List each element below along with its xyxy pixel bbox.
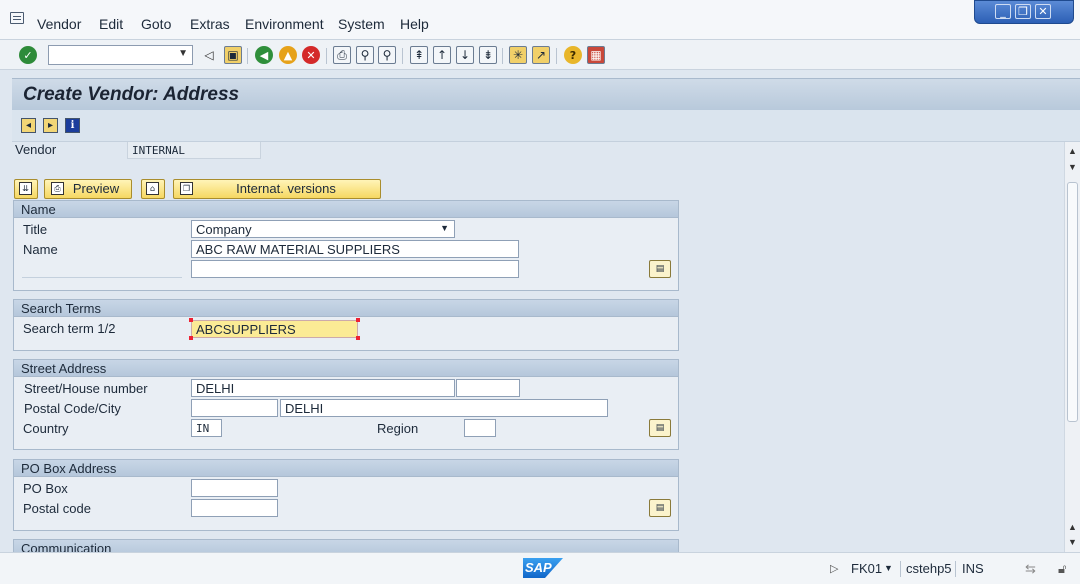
search-terms-header: Search Terms — [14, 300, 678, 317]
window-controls: _ ❐ ✕ — [974, 0, 1074, 24]
scroll-down-icon[interactable]: ▲ — [1068, 522, 1077, 532]
help-icon[interactable]: ? — [564, 46, 582, 64]
application-toolbar: ◂ ▸ i — [12, 110, 1080, 142]
title-dropdown[interactable]: Company ▼ — [191, 220, 455, 238]
close-icon[interactable]: ✕ — [1035, 4, 1051, 19]
previous-page-icon[interactable]: ↑ — [433, 46, 451, 64]
scroll-thumb[interactable] — [1067, 182, 1078, 422]
address-button[interactable]: ⌂ — [141, 179, 165, 199]
menu-goto[interactable]: Goto — [141, 16, 171, 32]
next-screen-icon[interactable]: ▸ — [43, 118, 58, 133]
save-icon[interactable]: ▣ — [224, 46, 242, 64]
chevron-down-icon[interactable]: ▼ — [440, 223, 449, 233]
page-title: Create Vendor: Address — [23, 84, 240, 105]
name-input[interactable]: ABC RAW MATERIAL SUPPLIERS — [191, 240, 519, 258]
street-address-group: Street Address Street/House number DELHI… — [13, 359, 679, 450]
communication-header: Communication — [14, 540, 678, 552]
menu-edit[interactable]: Edit — [99, 16, 123, 32]
internat-versions-button[interactable]: ❐ Internat. versions — [173, 179, 381, 199]
title-dropdown-value: Company — [196, 222, 252, 237]
preview-label: Preview — [72, 181, 120, 196]
city-input[interactable]: DELHI — [280, 399, 608, 417]
layout-toggle-icon[interactable]: ⇆ — [1025, 561, 1036, 577]
house-number-input[interactable] — [456, 379, 520, 397]
last-page-icon[interactable]: ⇟ — [479, 46, 497, 64]
name2-input[interactable] — [191, 260, 519, 278]
expand-all-button[interactable]: ⇊ — [14, 179, 38, 199]
menu-environment[interactable]: Environment — [245, 16, 324, 32]
search-term-input[interactable]: ABCSUPPLIERS — [191, 320, 358, 338]
menu-extras[interactable]: Extras — [190, 16, 230, 32]
more-fields-icon[interactable]: ▤ — [649, 499, 671, 517]
menu-bar: Vendor Edit Goto Extras Environment Syst… — [0, 0, 1080, 40]
print-icon: ⎙ — [51, 182, 64, 195]
app-menu-icon[interactable] — [10, 12, 24, 24]
name-group-header: Name — [14, 201, 678, 218]
insert-mode[interactable]: INS — [962, 561, 984, 576]
back-triangle-icon[interactable]: ◁ — [200, 46, 218, 64]
sap-logo: SAP — [523, 558, 563, 578]
internat-versions-label: Internat. versions — [236, 181, 336, 196]
street-address-header: Street Address — [14, 360, 678, 377]
print-icon[interactable]: ⎙ — [333, 46, 351, 64]
chevron-down-icon[interactable]: ▼ — [884, 563, 893, 573]
postal-code-input[interactable] — [191, 399, 278, 417]
menu-vendor[interactable]: Vendor — [37, 16, 81, 32]
new-session-icon[interactable]: ✳ — [509, 46, 527, 64]
po-box-label: PO Box — [23, 481, 68, 496]
back-icon[interactable]: ◀ — [255, 46, 273, 64]
name-label: Name — [23, 242, 58, 257]
restore-icon[interactable]: ❐ — [1015, 4, 1031, 19]
cancel-icon[interactable]: ✕ — [302, 46, 320, 64]
menu-system[interactable]: System — [338, 16, 385, 32]
lock-icon[interactable]: 🔓︎ — [1058, 561, 1066, 577]
menu-help[interactable]: Help — [400, 16, 429, 32]
preview-button[interactable]: ⎙ Preview — [44, 179, 132, 199]
toolbar-icons: ◁ ▣ ◀ ▲ ✕ ⎙ ⚲ ⚲ ⇞ ↑ ↓ ⇟ ✳ ↗ ? ▦ — [0, 40, 1080, 70]
country-label: Country — [23, 421, 69, 436]
country-input[interactable]: IN — [191, 419, 222, 437]
more-fields-icon[interactable]: ▤ — [649, 419, 671, 437]
exit-icon[interactable]: ▲ — [279, 46, 297, 64]
street-label: Street/House number — [24, 381, 148, 396]
name-group: Name Title Company ▼ Name ABC RAW MATERIA… — [13, 200, 679, 291]
minimize-icon[interactable]: _ — [995, 4, 1011, 19]
status-bar: SAP ▷ FK01 ▼ cstehp5 INS ⇆ 🔓︎ — [0, 552, 1080, 584]
po-postal-label: Postal code — [23, 501, 91, 516]
po-box-group: PO Box Address PO Box Postal code ▤ — [13, 459, 679, 531]
vertical-scrollbar[interactable]: ▲ ▼ ▲ ▼ — [1064, 142, 1080, 552]
vendor-value: INTERNAL — [127, 142, 261, 159]
title-bar: Create Vendor: Address — [12, 78, 1080, 110]
shortcut-icon[interactable]: ↗ — [532, 46, 550, 64]
layout-icon[interactable]: ▦ — [587, 46, 605, 64]
address-icon: ⌂ — [146, 182, 159, 195]
next-page-icon[interactable]: ↓ — [456, 46, 474, 64]
region-label: Region — [377, 421, 419, 436]
server-name: cstehp5 — [906, 561, 952, 576]
previous-screen-icon[interactable]: ◂ — [21, 118, 36, 133]
street-input[interactable]: DELHI — [191, 379, 455, 397]
status-expand-icon[interactable]: ▷ — [830, 562, 838, 575]
scroll-up-icon[interactable]: ▼ — [1068, 162, 1077, 172]
title-label: Title — [23, 222, 48, 237]
scroll-down-icon[interactable]: ▼ — [1068, 537, 1077, 547]
search-terms-group: Search Terms Search term 1/2 ABCSUPPLIER… — [13, 299, 679, 351]
scroll-up-icon[interactable]: ▲ — [1068, 146, 1077, 156]
po-postal-input[interactable] — [191, 499, 278, 517]
communication-group: Communication — [13, 539, 679, 552]
find-icon[interactable]: ⚲ — [356, 46, 374, 64]
search-term-label: Search term 1/2 — [23, 321, 116, 336]
more-fields-icon[interactable]: ▤ — [649, 260, 671, 278]
find-next-icon[interactable]: ⚲ — [378, 46, 396, 64]
po-box-header: PO Box Address — [14, 460, 678, 477]
first-page-icon[interactable]: ⇞ — [410, 46, 428, 64]
info-icon[interactable]: i — [65, 118, 80, 133]
content-area: Vendor INTERNAL ⇊ ⎙ Preview ⌂ ❐ Internat. … — [12, 142, 1064, 552]
versions-icon: ❐ — [180, 182, 193, 195]
vendor-label: Vendor — [15, 142, 57, 157]
po-box-input[interactable] — [191, 479, 278, 497]
postal-city-label: Postal Code/City — [24, 401, 121, 416]
region-input[interactable] — [464, 419, 496, 437]
transaction-code: FK01 — [851, 561, 883, 576]
